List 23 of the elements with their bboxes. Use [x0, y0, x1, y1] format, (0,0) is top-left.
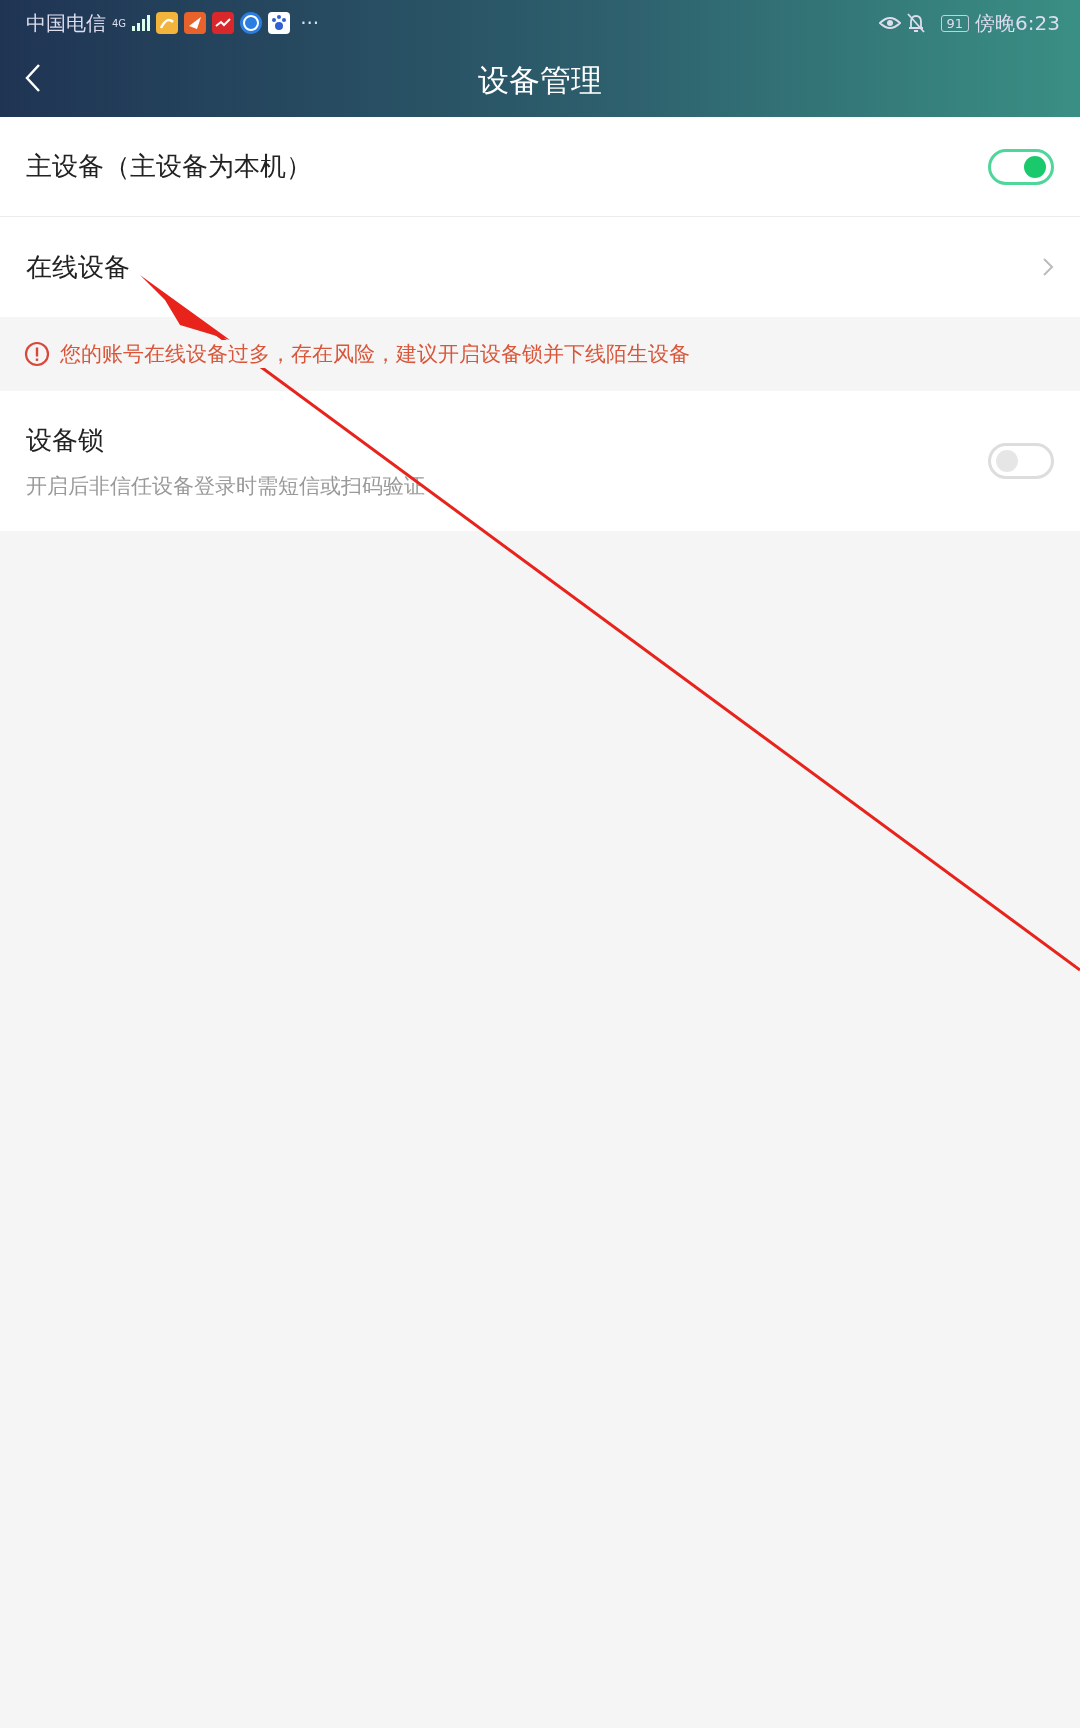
battery-indicator: 91	[940, 14, 970, 32]
back-icon[interactable]	[24, 62, 42, 93]
warning-message: 您的账号在线设备过多，存在风险，建议开启设备锁并下线陌生设备	[60, 340, 690, 368]
network-type: 4G	[112, 17, 127, 29]
status-time: 傍晚6:23	[975, 9, 1060, 37]
chevron-icon[interactable]	[1042, 257, 1054, 277]
app-icon	[240, 12, 263, 34]
eye-icon	[878, 15, 901, 31]
toggle-switch[interactable]	[988, 443, 1054, 479]
carrier-name: 中国电信	[26, 9, 106, 37]
warning-icon	[24, 341, 50, 367]
app-icon	[184, 12, 207, 34]
page-title: 设备管理	[478, 60, 602, 100]
toggle-switch[interactable]	[988, 148, 1054, 185]
signal-icon	[132, 15, 151, 31]
paw-icon	[268, 12, 291, 34]
bell-off-icon	[906, 13, 925, 33]
app-icon	[212, 12, 235, 34]
more-indicator: ···	[300, 11, 320, 35]
app-icon	[156, 12, 179, 34]
setting-label: 在线设备	[26, 250, 130, 284]
setting-label: 主设备（主设备为本机）	[26, 150, 312, 183]
setting-label: 设备锁	[26, 423, 105, 457]
